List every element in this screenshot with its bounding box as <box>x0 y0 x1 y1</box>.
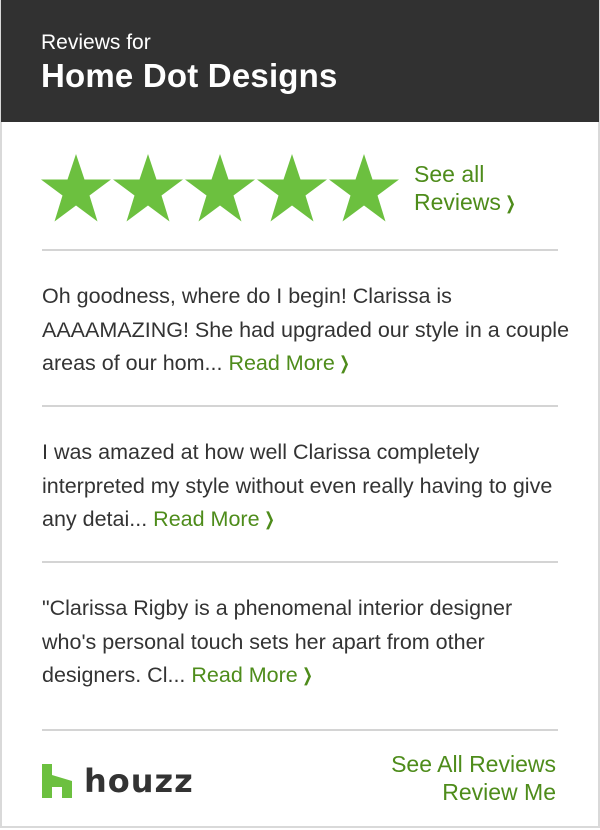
star-icon <box>256 153 328 223</box>
star-icon <box>112 153 184 223</box>
review-text: I was amazed at how well Clarissa comple… <box>42 440 553 531</box>
business-name: Home Dot Designs <box>41 57 338 94</box>
reviews-widget: Reviews for Home Dot Designs See all Rev… <box>0 0 600 828</box>
header-subtitle: Reviews for <box>41 31 151 54</box>
read-more-link[interactable]: Read More ❯ <box>228 351 351 375</box>
review-item: Oh goodness, where do I begin! Clarissa … <box>42 280 572 381</box>
read-more-link[interactable]: Read More ❯ <box>191 663 314 687</box>
chevron-right-icon: ❯ <box>505 193 516 213</box>
chevron-right-icon: ❯ <box>302 665 313 685</box>
star-icon <box>328 153 400 223</box>
see-all-line2: Reviews <box>414 189 501 215</box>
read-more-link[interactable]: Read More ❯ <box>153 507 276 531</box>
star-rating <box>40 153 400 223</box>
chevron-right-icon: ❯ <box>263 509 275 529</box>
review-item: I was amazed at how well Clarissa comple… <box>42 436 572 537</box>
divider <box>42 729 558 731</box>
widget-header: Reviews for Home Dot Designs <box>1 0 599 122</box>
divider <box>42 405 558 407</box>
divider <box>42 561 558 563</box>
see-all-reviews-link[interactable]: See all Reviews ❯ <box>414 160 518 217</box>
see-all-reviews-footer-link[interactable]: See All Reviews <box>391 750 556 778</box>
footer-links: See All Reviews Review Me <box>391 750 556 806</box>
review-item: "Clarissa Rigby is a phenomenal interior… <box>42 592 572 693</box>
divider <box>42 249 558 251</box>
review-me-link[interactable]: Review Me <box>391 778 556 806</box>
houzz-logo-icon <box>42 764 72 798</box>
star-icon <box>184 153 256 223</box>
houzz-wordmark: houzz <box>84 762 194 800</box>
star-icon <box>40 153 112 223</box>
houzz-logo[interactable]: houzz <box>42 762 194 800</box>
chevron-right-icon: ❯ <box>339 353 350 373</box>
see-all-line1: See all <box>414 161 485 187</box>
